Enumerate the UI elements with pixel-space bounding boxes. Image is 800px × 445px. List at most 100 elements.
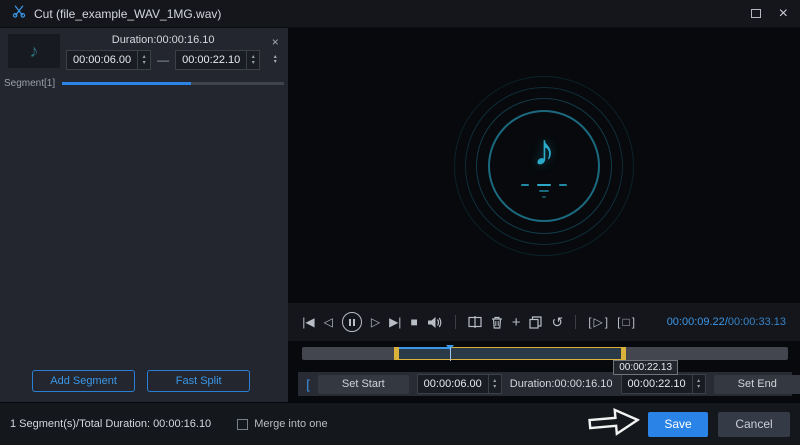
set-end-button[interactable]: Set End <box>713 374 800 394</box>
music-note-icon: ♪ <box>29 40 39 61</box>
frame-back-icon: ◁ <box>323 315 333 329</box>
stop-segment-button[interactable]: [ □ ] <box>617 316 635 328</box>
segment-start-input[interactable]: 00:00:06.00 ▴ ▾ <box>66 50 152 70</box>
skip-end-icon: ▶| <box>389 315 402 329</box>
spinner-down-icon[interactable]: ▾ <box>489 384 501 390</box>
trim-controls: [ Set Start 00:00:06.00 ▴ ▾ Duration:00:… <box>298 372 800 396</box>
window-controls: × <box>750 5 788 22</box>
delete-button[interactable] <box>491 316 503 329</box>
segment-row: Segment[1] <box>0 78 288 89</box>
segment-thumbnail[interactable]: ♪ <box>8 34 60 68</box>
frame-forward-icon: ▷ <box>370 315 381 329</box>
bracket-open: [ <box>588 315 592 329</box>
merge-checkbox[interactable] <box>237 418 249 430</box>
pause-button[interactable] <box>341 312 362 332</box>
merge-label[interactable]: Merge into one <box>254 418 327 430</box>
skip-end-button[interactable]: ▶| <box>389 316 401 328</box>
spinner-down-icon[interactable]: ▾ <box>138 60 150 66</box>
reorder-segment-icon[interactable]: ▴ ▾ <box>274 54 277 65</box>
dash <box>559 183 568 186</box>
segment-range: 00:00:06.00 ▴ ▾ — 00:00:22.10 ▴ ▾ <box>66 50 261 70</box>
copy-icon <box>529 315 543 329</box>
segment-duration-label: Duration:00:00:16.10 <box>111 34 215 46</box>
pause-icon <box>352 318 355 326</box>
dash <box>542 195 547 198</box>
frame-forward-button[interactable]: ▷ <box>371 316 380 328</box>
volume-button[interactable] <box>427 316 443 329</box>
add-segment-button[interactable]: Add Segment <box>32 370 136 392</box>
save-button[interactable]: Save <box>648 411 708 437</box>
annotation-arrow-icon <box>587 404 642 443</box>
segment-label: Segment[1] <box>4 78 56 89</box>
dash <box>537 183 552 186</box>
timeline-played-indicator <box>394 347 450 349</box>
audio-artwork: ♪ <box>454 75 635 256</box>
timeline-tooltip: 00:00:22.13 <box>613 360 679 375</box>
maximize-icon[interactable] <box>750 9 761 18</box>
segment-start-value[interactable]: 00:00:06.00 <box>67 51 137 69</box>
selection-end-handle[interactable] <box>621 347 627 360</box>
main-body: ♪ Duration:00:00:16.10 00:00:06.00 ▴ ▾ — <box>0 28 800 402</box>
segment-list-empty-area <box>0 89 288 370</box>
add-button[interactable]: + <box>512 315 521 330</box>
titlebar: Cut (file_example_WAV_1MG.wav) × <box>0 0 800 28</box>
equalizer-dashes <box>521 183 568 198</box>
segment-end-value[interactable]: 00:00:22.10 <box>176 51 246 69</box>
segment-end-input[interactable]: 00:00:22.10 ▴ ▾ <box>175 50 261 70</box>
pause-icon <box>348 318 351 326</box>
stop-frame-icon: □ <box>622 315 630 329</box>
segment-progress-fill <box>62 82 191 85</box>
timeline-row: 00:00:22.13 <box>288 341 800 375</box>
divider <box>454 315 456 329</box>
selection-start-handle[interactable] <box>393 347 399 360</box>
undo-icon: ↺ <box>551 314 564 330</box>
timeline-track[interactable] <box>302 345 788 361</box>
time-display: 00:00:09.22/00:00:33.13 <box>667 316 786 328</box>
trim-start-spinner[interactable]: ▴ ▾ <box>487 375 501 393</box>
delete-icon <box>491 316 502 329</box>
fast-split-button[interactable]: Fast Split <box>147 370 251 392</box>
reset-button[interactable]: ↺ <box>551 315 563 329</box>
dash <box>539 189 550 192</box>
trim-start-value[interactable]: 00:00:06.00 <box>418 375 488 393</box>
trim-end-input[interactable]: 00:00:22.10 ▴ ▾ <box>620 374 706 394</box>
scissors-icon <box>12 4 26 23</box>
preview-pane: ♪ |◀ ◁ ▷ ▶| ■ + ↺ [▷] [□] 00:00:09.2… <box>288 28 800 402</box>
segment-times: Duration:00:00:16.10 00:00:06.00 ▴ ▾ — 0… <box>66 34 261 70</box>
artwork-center: ♪ <box>490 112 598 220</box>
audio-preview: ♪ <box>288 28 800 303</box>
spinner-down-icon[interactable]: ▾ <box>247 60 259 66</box>
trim-start-input[interactable]: 00:00:06.00 ▴ ▾ <box>416 374 502 394</box>
trim-end-spinner[interactable]: ▴ ▾ <box>691 375 705 393</box>
remove-segment-icon[interactable]: × <box>272 36 279 48</box>
copy-button[interactable] <box>529 315 543 329</box>
play-segment-button[interactable]: [ ▷ ] <box>588 316 608 328</box>
reorder-down-icon[interactable]: ▾ <box>274 59 277 65</box>
play-icon: ▷ <box>593 315 603 329</box>
segment-end-spinner[interactable]: ▴ ▾ <box>246 51 259 69</box>
trim-duration-label: Duration:00:00:16.10 <box>509 378 613 390</box>
cut-dialog-window: Cut (file_example_WAV_1MG.wav) × ♪ Durat… <box>0 0 800 445</box>
stop-button[interactable]: ■ <box>410 316 417 328</box>
split-icon <box>468 316 482 328</box>
bracket-close: ] <box>604 315 609 329</box>
frame-back-button[interactable]: ◁ <box>324 316 333 328</box>
skip-start-button[interactable]: |◀ <box>302 316 314 328</box>
close-icon[interactable]: × <box>779 5 788 22</box>
music-note-icon: ♪ <box>533 125 556 175</box>
plus-icon: + <box>511 313 521 331</box>
split-button[interactable] <box>468 316 482 328</box>
merge-into-one-option[interactable]: Merge into one <box>237 418 328 430</box>
cancel-button[interactable]: Cancel <box>718 411 790 437</box>
segment-summary: 1 Segment(s)/Total Duration: 00:00:16.10 <box>10 418 212 430</box>
total-time: 00:00:33.13 <box>727 316 786 328</box>
spinner-down-icon[interactable]: ▾ <box>693 384 705 390</box>
timeline-selection[interactable] <box>393 345 627 361</box>
trim-end-value[interactable]: 00:00:22.10 <box>622 375 692 393</box>
segment-actions: Add Segment Fast Split <box>0 370 288 402</box>
segment-start-spinner[interactable]: ▴ ▾ <box>137 51 150 69</box>
set-start-button[interactable]: Set Start <box>317 374 409 394</box>
segment-panel: ♪ Duration:00:00:16.10 00:00:06.00 ▴ ▾ — <box>0 28 289 402</box>
player-controls: |◀ ◁ ▷ ▶| ■ + ↺ [▷] [□] 00:00:09.22/… <box>288 303 800 341</box>
segment-side-actions: × ▴ ▾ <box>266 34 284 70</box>
